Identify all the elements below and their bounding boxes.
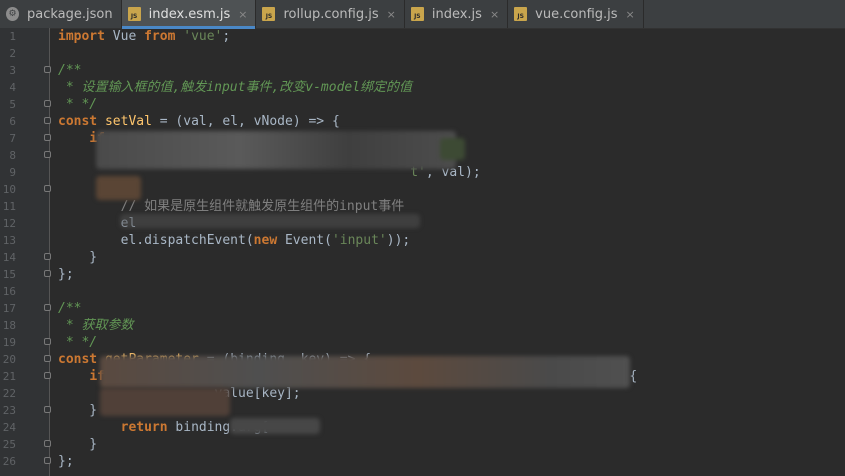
code-text[interactable]: }; <box>58 266 74 283</box>
code-line: 11 // 如果是原生组件就触发原生组件的input事件 <box>0 198 845 215</box>
line-number: 7 <box>9 132 16 145</box>
fold-marker-icon[interactable] <box>44 117 51 124</box>
line-number: 6 <box>9 115 16 128</box>
line-number: 13 <box>2 234 16 247</box>
package-json-icon: ⚙ <box>6 7 19 21</box>
line-number: 18 <box>2 319 16 332</box>
code-line: 24 return binding.arg[ <box>0 419 845 436</box>
code-line: 13 el.dispatchEvent(new Event('input')); <box>0 232 845 249</box>
close-tab-icon[interactable]: × <box>387 8 396 21</box>
line-number: 3 <box>9 64 16 77</box>
code-line: 6 const setVal = (val, el, vNode) => { <box>0 113 845 130</box>
tab-label: vue.config.js <box>535 6 618 22</box>
code-text[interactable]: // 如果是原生组件就触发原生组件的input事件 <box>58 198 405 215</box>
line-number: 9 <box>9 166 16 179</box>
fold-marker-icon[interactable] <box>44 304 51 311</box>
code-line: 17 /** <box>0 300 845 317</box>
code-text[interactable]: } <box>58 249 97 266</box>
line-number: 12 <box>2 217 16 230</box>
code-text[interactable]: * 获取参数 <box>58 317 134 334</box>
line-number: 4 <box>9 81 16 94</box>
line-number: 19 <box>2 336 16 349</box>
code-text[interactable]: } <box>58 436 97 453</box>
code-line: 18 * 获取参数 <box>0 317 845 334</box>
close-tab-icon[interactable]: × <box>238 8 247 21</box>
line-number: 17 <box>2 302 16 315</box>
code-text[interactable]: }; <box>58 453 74 470</box>
code-line: 2 <box>0 45 845 62</box>
js-file-icon: JS <box>410 7 424 21</box>
code-text[interactable]: * 设置输入框的值,触发input事件,改变v-model绑定的值 <box>58 79 412 96</box>
fold-marker-icon[interactable] <box>44 372 51 379</box>
code-line: 1 import Vue from 'vue'; <box>0 28 845 45</box>
line-number: 24 <box>2 421 16 434</box>
code-line: 25 } <box>0 436 845 453</box>
line-number: 11 <box>2 200 16 213</box>
code-line: 19 * */ <box>0 334 845 351</box>
fold-marker-icon[interactable] <box>44 440 51 447</box>
line-number: 8 <box>9 149 16 162</box>
fold-marker-icon[interactable] <box>44 355 51 362</box>
tab-index-esm-js[interactable]: JS index.esm.js × <box>121 0 257 29</box>
fold-marker-icon[interactable] <box>44 134 51 141</box>
tab-vue-config-js[interactable]: JS vue.config.js × <box>508 0 644 28</box>
code-line: 14 } <box>0 249 845 266</box>
close-tab-icon[interactable]: × <box>626 8 635 21</box>
line-number: 23 <box>2 404 16 417</box>
code-line: 4 * 设置输入框的值,触发input事件,改变v-model绑定的值 <box>0 79 845 96</box>
code-text[interactable]: * */ <box>58 334 97 351</box>
close-tab-icon[interactable]: × <box>490 8 499 21</box>
fold-marker-icon[interactable] <box>44 66 51 73</box>
line-number: 1 <box>9 30 16 43</box>
tab-label: package.json <box>27 6 113 22</box>
code-line: 16 <box>0 283 845 300</box>
line-number: 20 <box>2 353 16 366</box>
js-file-icon: JS <box>514 7 528 21</box>
fold-marker-icon[interactable] <box>44 151 51 158</box>
editor-tab-bar: ⚙ package.json JS index.esm.js × JS rollup.con… <box>0 0 845 29</box>
fold-marker-icon[interactable] <box>44 457 51 464</box>
fold-marker-icon[interactable] <box>44 185 51 192</box>
fold-marker-icon[interactable] <box>44 100 51 107</box>
line-number: 15 <box>2 268 16 281</box>
line-number: 26 <box>2 455 16 468</box>
code-text[interactable]: import Vue from 'vue'; <box>58 28 230 45</box>
code-line: 26}; <box>0 453 845 470</box>
fold-marker-icon[interactable] <box>44 270 51 277</box>
line-number: 22 <box>2 387 16 400</box>
fold-marker-icon[interactable] <box>44 406 51 413</box>
js-file-icon: JS <box>262 7 276 21</box>
tab-index-js[interactable]: JS index.js × <box>405 0 509 28</box>
line-number: 25 <box>2 438 16 451</box>
code-line: 15}; <box>0 266 845 283</box>
line-number: 10 <box>2 183 16 196</box>
tab-label: rollup.config.js <box>283 6 379 22</box>
fold-marker-icon[interactable] <box>44 253 51 260</box>
line-number: 16 <box>2 285 16 298</box>
line-number: 21 <box>2 370 16 383</box>
js-file-icon: JS <box>127 7 141 21</box>
code-text[interactable]: /** <box>58 62 81 79</box>
code-text[interactable]: /** <box>58 300 81 317</box>
code-text[interactable]: const setVal = (val, el, vNode) => { <box>58 113 340 130</box>
line-number: 2 <box>9 47 16 60</box>
tab-package-json[interactable]: ⚙ package.json <box>0 0 122 28</box>
line-number: 14 <box>2 251 16 264</box>
fold-marker-icon[interactable] <box>44 338 51 345</box>
code-text[interactable]: * */ <box>58 96 97 113</box>
code-text[interactable]: } <box>58 402 97 419</box>
line-number: 5 <box>9 98 16 111</box>
code-line: 3 /** <box>0 62 845 79</box>
code-text[interactable]: el.dispatchEvent(new Event('input')); <box>58 232 411 249</box>
tab-label: index.esm.js <box>148 6 231 22</box>
tab-label: index.js <box>431 6 482 22</box>
code-line: 5 * */ <box>0 96 845 113</box>
tab-rollup-config-js[interactable]: JS rollup.config.js × <box>256 0 405 28</box>
